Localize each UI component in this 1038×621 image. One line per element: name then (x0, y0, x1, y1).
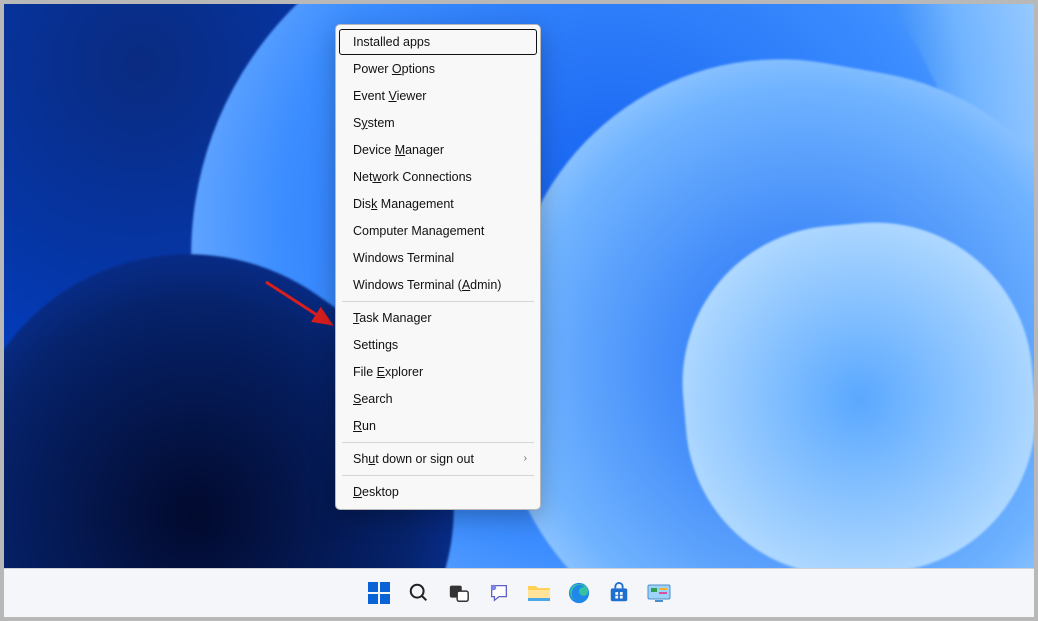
menu-item-file-explorer[interactable]: File Explorer (339, 359, 537, 385)
menu-item-disk-management[interactable]: Disk Management (339, 191, 537, 217)
desktop-frame: Installed appsPower OptionsEvent ViewerS… (0, 0, 1038, 621)
edge-button[interactable] (565, 579, 593, 607)
menu-item-device-manager[interactable]: Device Manager (339, 137, 537, 163)
menu-item-event-viewer[interactable]: Event Viewer (339, 83, 537, 109)
menu-item-windows-terminal-admin[interactable]: Windows Terminal (Admin) (339, 272, 537, 298)
winx-context-menu: Installed appsPower OptionsEvent ViewerS… (335, 24, 541, 510)
file-explorer-button[interactable] (525, 579, 553, 607)
menu-separator (342, 475, 534, 476)
search-button[interactable] (405, 579, 433, 607)
menu-item-installed-apps[interactable]: Installed apps (339, 29, 537, 55)
menu-item-settings[interactable]: Settings (339, 332, 537, 358)
menu-item-search[interactable]: Search (339, 386, 537, 412)
menu-item-shut-down[interactable]: Shut down or sign out› (339, 446, 537, 472)
start-button[interactable] (365, 579, 393, 607)
menu-item-power-options[interactable]: Power Options (339, 56, 537, 82)
menu-item-task-manager[interactable]: Task Manager (339, 305, 537, 331)
menu-item-windows-terminal[interactable]: Windows Terminal (339, 245, 537, 271)
menu-item-run[interactable]: Run (339, 413, 537, 439)
menu-separator (342, 442, 534, 443)
menu-item-network-connections[interactable]: Network Connections (339, 164, 537, 190)
menu-item-system[interactable]: System (339, 110, 537, 136)
chevron-right-icon: › (524, 446, 527, 472)
task-view-button[interactable] (445, 579, 473, 607)
taskbar (4, 568, 1034, 617)
menu-item-desktop[interactable]: Desktop (339, 479, 537, 505)
store-button[interactable] (605, 579, 633, 607)
menu-separator (342, 301, 534, 302)
chat-button[interactable] (485, 579, 513, 607)
menu-item-computer-management[interactable]: Computer Management (339, 218, 537, 244)
control-panel-button[interactable] (645, 579, 673, 607)
